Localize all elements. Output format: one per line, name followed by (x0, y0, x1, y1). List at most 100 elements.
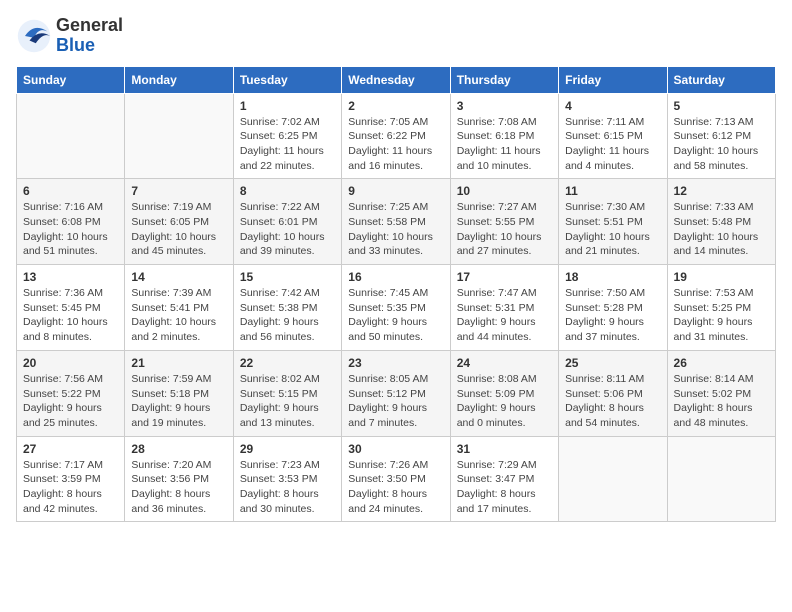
weekday-header-row: SundayMondayTuesdayWednesdayThursdayFrid… (17, 66, 776, 93)
day-detail: Sunrise: 7:22 AMSunset: 6:01 PMDaylight:… (240, 200, 335, 259)
calendar-cell: 29 Sunrise: 7:23 AMSunset: 3:53 PMDayligh… (233, 436, 341, 522)
weekday-header: Thursday (450, 66, 558, 93)
calendar-cell: 14 Sunrise: 7:39 AMSunset: 5:41 PMDayligh… (125, 265, 233, 351)
day-number: 30 (348, 442, 443, 456)
calendar-cell: 18 Sunrise: 7:50 AMSunset: 5:28 PMDayligh… (559, 265, 667, 351)
calendar-cell (17, 93, 125, 179)
day-number: 17 (457, 270, 552, 284)
calendar-cell: 21 Sunrise: 7:59 AMSunset: 5:18 PMDayligh… (125, 350, 233, 436)
calendar-cell: 30 Sunrise: 7:26 AMSunset: 3:50 PMDayligh… (342, 436, 450, 522)
calendar-cell: 1 Sunrise: 7:02 AMSunset: 6:25 PMDaylight… (233, 93, 341, 179)
calendar-week-row: 20Sunrise: 7:56 AMSunset: 5:22 PMDayligh… (17, 350, 776, 436)
day-number: 24 (457, 356, 552, 370)
day-number: 7 (131, 184, 226, 198)
day-number: 1 (240, 99, 335, 113)
calendar-cell (125, 93, 233, 179)
weekday-header: Friday (559, 66, 667, 93)
weekday-header: Wednesday (342, 66, 450, 93)
day-detail: Sunrise: 8:08 AMSunset: 5:09 PMDaylight:… (457, 372, 552, 431)
day-number: 25 (565, 356, 660, 370)
weekday-header: Sunday (17, 66, 125, 93)
day-number: 10 (457, 184, 552, 198)
weekday-header: Monday (125, 66, 233, 93)
calendar-cell: 17 Sunrise: 7:47 AMSunset: 5:31 PMDayligh… (450, 265, 558, 351)
day-detail: Sunrise: 7:50 AMSunset: 5:28 PMDaylight:… (565, 286, 660, 345)
day-detail: Sunrise: 7:27 AMSunset: 5:55 PMDaylight:… (457, 200, 552, 259)
calendar-cell: 3 Sunrise: 7:08 AMSunset: 6:18 PMDaylight… (450, 93, 558, 179)
calendar-cell (667, 436, 775, 522)
day-detail: Sunrise: 7:29 AMSunset: 3:47 PMDaylight:… (457, 458, 552, 517)
day-detail: Sunrise: 7:25 AMSunset: 5:58 PMDaylight:… (348, 200, 443, 259)
calendar-table: SundayMondayTuesdayWednesdayThursdayFrid… (16, 66, 776, 523)
calendar-cell: 7 Sunrise: 7:19 AMSunset: 6:05 PMDaylight… (125, 179, 233, 265)
day-detail: Sunrise: 7:36 AMSunset: 5:45 PMDaylight:… (23, 286, 118, 345)
day-detail: Sunrise: 7:56 AMSunset: 5:22 PMDaylight:… (23, 372, 118, 431)
day-number: 16 (348, 270, 443, 284)
day-number: 18 (565, 270, 660, 284)
day-detail: Sunrise: 7:26 AMSunset: 3:50 PMDaylight:… (348, 458, 443, 517)
day-detail: Sunrise: 7:23 AMSunset: 3:53 PMDaylight:… (240, 458, 335, 517)
day-number: 27 (23, 442, 118, 456)
day-number: 28 (131, 442, 226, 456)
day-number: 19 (674, 270, 769, 284)
day-number: 31 (457, 442, 552, 456)
calendar-cell: 25 Sunrise: 8:11 AMSunset: 5:06 PMDayligh… (559, 350, 667, 436)
day-detail: Sunrise: 7:33 AMSunset: 5:48 PMDaylight:… (674, 200, 769, 259)
day-detail: Sunrise: 7:08 AMSunset: 6:18 PMDaylight:… (457, 115, 552, 174)
day-number: 5 (674, 99, 769, 113)
calendar-cell: 12Sunrise: 7:33 AMSunset: 5:48 PMDayligh… (667, 179, 775, 265)
logo-text: GeneralBlue (56, 16, 123, 56)
logo: GeneralBlue (16, 16, 123, 56)
day-detail: Sunrise: 7:11 AMSunset: 6:15 PMDaylight:… (565, 115, 660, 174)
day-number: 23 (348, 356, 443, 370)
day-detail: Sunrise: 7:45 AMSunset: 5:35 PMDaylight:… (348, 286, 443, 345)
weekday-header: Tuesday (233, 66, 341, 93)
calendar-cell: 31 Sunrise: 7:29 AMSunset: 3:47 PMDayligh… (450, 436, 558, 522)
calendar-week-row: 6 Sunrise: 7:16 AMSunset: 6:08 PMDaylight… (17, 179, 776, 265)
day-number: 3 (457, 99, 552, 113)
day-number: 11 (565, 184, 660, 198)
calendar-cell: 22Sunrise: 8:02 AMSunset: 5:15 PMDayligh… (233, 350, 341, 436)
calendar-cell: 26Sunrise: 8:14 AMSunset: 5:02 PMDayligh… (667, 350, 775, 436)
day-detail: Sunrise: 8:11 AMSunset: 5:06 PMDaylight:… (565, 372, 660, 431)
calendar-week-row: 27Sunrise: 7:17 AMSunset: 3:59 PMDayligh… (17, 436, 776, 522)
day-number: 4 (565, 99, 660, 113)
logo-icon (16, 18, 52, 54)
day-detail: Sunrise: 7:16 AMSunset: 6:08 PMDaylight:… (23, 200, 118, 259)
day-detail: Sunrise: 7:30 AMSunset: 5:51 PMDaylight:… (565, 200, 660, 259)
calendar-cell (559, 436, 667, 522)
day-number: 15 (240, 270, 335, 284)
day-number: 26 (674, 356, 769, 370)
day-detail: Sunrise: 7:59 AMSunset: 5:18 PMDaylight:… (131, 372, 226, 431)
weekday-header: Saturday (667, 66, 775, 93)
day-number: 21 (131, 356, 226, 370)
day-number: 9 (348, 184, 443, 198)
calendar-cell: 5Sunrise: 7:13 AMSunset: 6:12 PMDaylight… (667, 93, 775, 179)
day-number: 8 (240, 184, 335, 198)
day-detail: Sunrise: 7:19 AMSunset: 6:05 PMDaylight:… (131, 200, 226, 259)
day-number: 6 (23, 184, 118, 198)
day-detail: Sunrise: 7:02 AMSunset: 6:25 PMDaylight:… (240, 115, 335, 174)
calendar-cell: 8 Sunrise: 7:22 AMSunset: 6:01 PMDaylight… (233, 179, 341, 265)
day-detail: Sunrise: 7:47 AMSunset: 5:31 PMDaylight:… (457, 286, 552, 345)
calendar-cell: 27Sunrise: 7:17 AMSunset: 3:59 PMDayligh… (17, 436, 125, 522)
day-detail: Sunrise: 7:42 AMSunset: 5:38 PMDaylight:… (240, 286, 335, 345)
calendar-cell: 10 Sunrise: 7:27 AMSunset: 5:55 PMDayligh… (450, 179, 558, 265)
calendar-week-row: 1 Sunrise: 7:02 AMSunset: 6:25 PMDaylight… (17, 93, 776, 179)
day-number: 13 (23, 270, 118, 284)
calendar-cell: 4 Sunrise: 7:11 AMSunset: 6:15 PMDaylight… (559, 93, 667, 179)
day-number: 29 (240, 442, 335, 456)
day-detail: Sunrise: 7:39 AMSunset: 5:41 PMDaylight:… (131, 286, 226, 345)
calendar-week-row: 13 Sunrise: 7:36 AMSunset: 5:45 PMDayligh… (17, 265, 776, 351)
day-number: 14 (131, 270, 226, 284)
calendar-cell: 11 Sunrise: 7:30 AMSunset: 5:51 PMDayligh… (559, 179, 667, 265)
calendar-cell: 6 Sunrise: 7:16 AMSunset: 6:08 PMDaylight… (17, 179, 125, 265)
calendar-cell: 2Sunrise: 7:05 AMSunset: 6:22 PMDaylight… (342, 93, 450, 179)
calendar-cell: 16 Sunrise: 7:45 AMSunset: 5:35 PMDayligh… (342, 265, 450, 351)
calendar-cell: 19 Sunrise: 7:53 AMSunset: 5:25 PMDayligh… (667, 265, 775, 351)
calendar-cell: 13 Sunrise: 7:36 AMSunset: 5:45 PMDayligh… (17, 265, 125, 351)
calendar-cell: 28 Sunrise: 7:20 AMSunset: 3:56 PMDayligh… (125, 436, 233, 522)
page-header: GeneralBlue (16, 16, 776, 56)
day-detail: Sunrise: 7:53 AMSunset: 5:25 PMDaylight:… (674, 286, 769, 345)
day-detail: Sunrise: 7:20 AMSunset: 3:56 PMDaylight:… (131, 458, 226, 517)
